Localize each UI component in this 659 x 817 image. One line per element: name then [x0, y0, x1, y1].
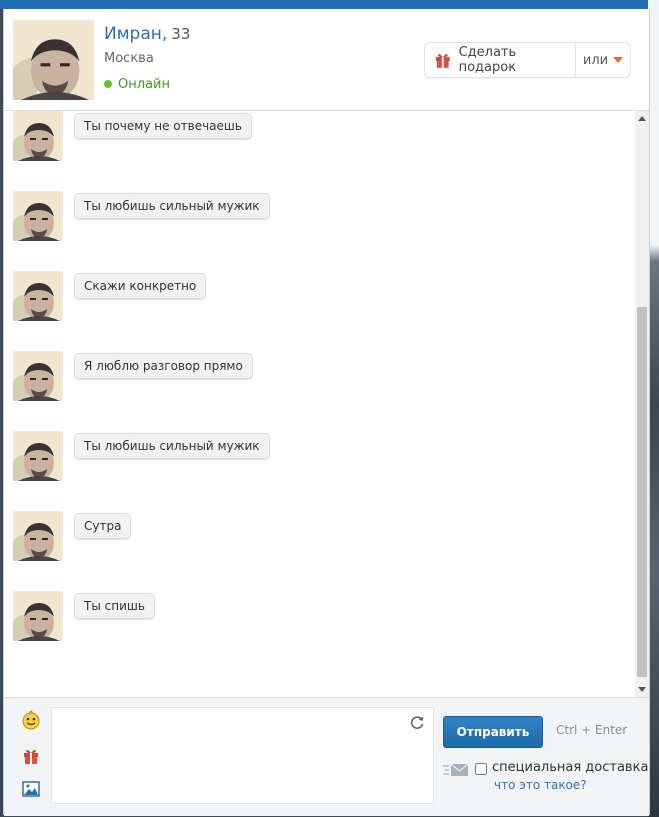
- user-age: 33: [171, 25, 191, 43]
- avatar[interactable]: [13, 191, 63, 241]
- scroll-up-arrow-icon[interactable]: [635, 111, 649, 127]
- online-status: Онлайн: [104, 77, 170, 92]
- message-bubble: Ты почему не отвечаешь: [74, 113, 252, 139]
- profile-photo[interactable]: [13, 20, 94, 100]
- smiley-icon[interactable]: [21, 710, 41, 730]
- user-name[interactable]: Имран,: [104, 24, 167, 44]
- user-city: Москва: [104, 51, 154, 66]
- online-status-label: Онлайн: [118, 77, 170, 92]
- make-gift-label: Сделать подарок: [458, 45, 517, 75]
- send-button[interactable]: Отправить: [443, 716, 543, 748]
- refresh-icon[interactable]: [409, 714, 425, 730]
- message-row: Скажи конкретно: [13, 271, 613, 323]
- envelope-icon: [443, 763, 469, 776]
- scroll-thumb[interactable]: [637, 307, 647, 677]
- gift-icon[interactable]: [21, 746, 41, 766]
- message-input[interactable]: [51, 707, 434, 804]
- message-row: Ты любишь сильный мужик: [13, 191, 613, 243]
- message-bubble: Скажи конкретно: [74, 273, 207, 299]
- gift-icon: [435, 54, 450, 68]
- message-bubble: Ты спишь: [74, 593, 155, 619]
- avatar[interactable]: [13, 511, 63, 561]
- message-composer: Отправить Ctrl + Enter специальная доста…: [4, 697, 649, 816]
- message-bubble: Ты любишь сильный мужик: [74, 433, 270, 459]
- or-dropdown-button[interactable]: или: [576, 43, 630, 77]
- avatar[interactable]: [13, 111, 63, 161]
- message-row: Ты почему не отвечаешь: [13, 111, 613, 163]
- avatar[interactable]: [13, 351, 63, 401]
- message-row: Ты спишь: [13, 591, 613, 643]
- chat-dialog: Имран, 33 Москва Онлайн Сделать подарок и…: [3, 9, 650, 816]
- top-bar: [0, 0, 659, 9]
- message-row: Я люблю разговор прямо: [13, 351, 613, 403]
- message-list: Ты почему не отвечаешь Ты любишь сильный…: [4, 111, 634, 697]
- message-bubble: Я люблю разговор прямо: [74, 353, 253, 379]
- send-hotkey-hint: Ctrl + Enter: [556, 723, 628, 737]
- user-name-line: Имран, 33: [104, 24, 190, 44]
- avatar[interactable]: [13, 591, 63, 641]
- message-row: Ты любишь сильный мужик: [13, 431, 613, 483]
- whats-this-link[interactable]: что это такое?: [494, 778, 587, 792]
- message-bubble: Сутра: [74, 513, 132, 539]
- make-gift-button[interactable]: Сделать подарок: [425, 43, 576, 77]
- message-row: Сутра: [13, 511, 613, 563]
- online-dot-icon: [104, 80, 112, 88]
- chat-header: Имран, 33 Москва Онлайн Сделать подарок и…: [4, 9, 649, 111]
- gift-button-group: Сделать подарок или: [424, 42, 631, 78]
- image-icon[interactable]: [21, 779, 41, 799]
- message-scrollbar[interactable]: [635, 111, 649, 697]
- scroll-down-arrow-icon[interactable]: [635, 681, 649, 697]
- caret-down-icon: [613, 57, 624, 63]
- special-delivery-label: специальная доставка: [492, 760, 649, 775]
- avatar[interactable]: [13, 271, 63, 321]
- or-dropdown-label: или: [582, 52, 609, 68]
- message-bubble: Ты любишь сильный мужик: [74, 193, 270, 219]
- special-delivery-checkbox[interactable]: [475, 763, 487, 775]
- avatar[interactable]: [13, 431, 63, 481]
